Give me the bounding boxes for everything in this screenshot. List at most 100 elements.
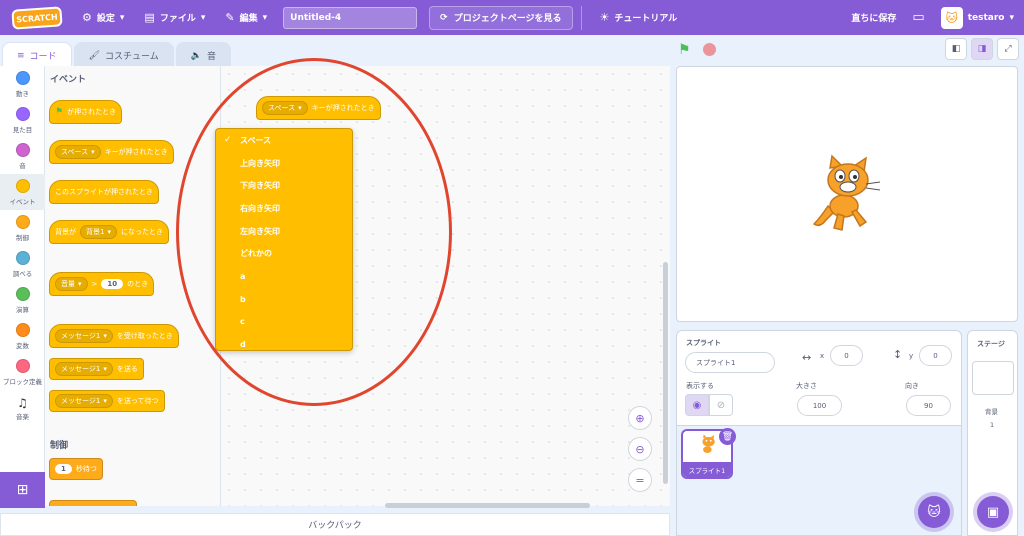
zoom-out-button[interactable]: ⊖ — [628, 437, 652, 461]
dropdown-option[interactable]: 右向き矢印 — [216, 197, 352, 220]
control-heading: 制御 — [50, 441, 69, 451]
block-text: が押されたとき — [67, 108, 117, 116]
stage-thumbnail[interactable] — [972, 361, 1014, 395]
scratch-logo[interactable]: SCRATCH — [11, 5, 63, 30]
menu-divider — [580, 5, 582, 30]
project-title-input[interactable]: Untitled-4 — [283, 6, 418, 29]
backdrop-dropdown[interactable]: 背景1 ▾ — [80, 225, 117, 239]
username: testaro — [967, 12, 1005, 23]
category-sensing[interactable]: 調べる — [0, 246, 45, 282]
large-stage-button[interactable]: ◨ — [971, 38, 993, 60]
delete-sprite-button[interactable]: 🗑 — [719, 428, 736, 445]
broadcast-and-wait-block[interactable]: メッセージ1 ▾ を送って待つ — [49, 390, 165, 412]
account-menu[interactable]: 🐱 testaro ▾ — [940, 6, 1014, 29]
loudness-input[interactable]: 10 — [101, 279, 124, 289]
when-flag-clicked-block[interactable]: ⚑ が押されたとき — [49, 100, 123, 124]
broadcast-block[interactable]: メッセージ1 ▾ を送る — [49, 358, 144, 380]
choose-backdrop-button[interactable]: ▣ — [977, 496, 1009, 528]
caret-down-icon: ▾ — [103, 397, 107, 405]
fullscreen-icon: ⤢ — [1004, 44, 1012, 54]
save-now-button[interactable]: 直ちに保存 — [851, 11, 896, 24]
category-label: イベント — [9, 197, 36, 206]
zoom-reset-button[interactable]: = — [628, 468, 652, 492]
tutorials-button[interactable]: ☀ チュートリアル — [590, 0, 688, 35]
dropdown-option[interactable]: 上向き矢印 — [216, 152, 352, 175]
see-project-page-button[interactable]: ⟳ プロジェクトページを見る — [429, 5, 573, 30]
hide-sprite-button[interactable]: ⊘ — [709, 394, 733, 416]
settings-menu[interactable]: ⚙ 設定 ▾ — [72, 0, 134, 35]
direction-input[interactable]: 90 — [906, 395, 951, 416]
category-sound[interactable]: 音 — [0, 138, 45, 174]
add-extension-button[interactable]: ⊞ — [0, 472, 45, 508]
category-looks[interactable]: 見た目 — [0, 102, 45, 138]
my-stuff-folder-icon[interactable]: ▭ — [912, 10, 924, 25]
category-music[interactable]: ♫ 音楽 — [0, 390, 45, 426]
message-dropdown[interactable]: メッセージ1 ▾ — [55, 394, 113, 408]
when-sprite-clicked-block[interactable]: このスプライトが押されたとき — [49, 180, 159, 204]
block-text: 秒待つ — [75, 465, 97, 473]
when-key-pressed-block[interactable]: スペース ▾ キーが押されたとき — [49, 140, 174, 164]
stop-button[interactable] — [703, 43, 716, 56]
category-variables[interactable]: 変数 — [0, 318, 45, 354]
when-backdrop-switches-block[interactable]: 背景が 背景1 ▾ になったとき — [49, 220, 169, 244]
backpack-bar[interactable]: バックパック — [0, 513, 670, 536]
dropdown-option[interactable]: c — [216, 311, 352, 334]
dropdown-option[interactable]: 左向き矢印 — [216, 220, 352, 243]
y-input[interactable]: 0 — [919, 345, 952, 366]
caret-down-icon: ▾ — [91, 148, 95, 156]
script-when-key-pressed-block[interactable]: スペース ▾ キーが押されたとき — [256, 96, 381, 120]
small-stage-button[interactable]: ◧ — [945, 38, 967, 60]
dropdown-value: 音量 — [61, 280, 75, 288]
tab-costumes[interactable]: 🖌 コスチューム — [73, 42, 174, 68]
dropdown-option[interactable]: a — [216, 265, 352, 288]
green-flag-button[interactable]: ⚑ — [678, 42, 691, 58]
category-events[interactable]: イベント — [0, 174, 45, 210]
dropdown-option[interactable]: 下向き矢印 — [216, 174, 352, 197]
zoom-out-icon: ⊖ — [635, 442, 645, 456]
choose-sprite-button[interactable]: 🐱 — [918, 496, 950, 528]
show-sprite-button[interactable]: ◉ — [685, 394, 709, 416]
zoom-in-button[interactable]: ⊕ — [628, 406, 652, 430]
fullscreen-button[interactable]: ⤢ — [997, 38, 1019, 60]
when-receive-message-block[interactable]: メッセージ1 ▾ を受け取ったとき — [49, 324, 179, 348]
message-dropdown[interactable]: メッセージ1 ▾ — [55, 362, 113, 376]
category-operators[interactable]: 演算 — [0, 282, 45, 318]
eye-icon: ◉ — [692, 399, 702, 411]
dropdown-option[interactable]: b — [216, 288, 352, 311]
category-control[interactable]: 制御 — [0, 210, 45, 246]
file-icon: ▤ — [144, 11, 155, 24]
script-key-dropdown[interactable]: スペース ▾ — [262, 101, 308, 115]
caret-down-icon: ▾ — [78, 280, 82, 288]
category-motion[interactable]: 動き — [0, 66, 45, 102]
tab-costumes-label: コスチューム — [105, 52, 159, 62]
message-dropdown[interactable]: メッセージ1 ▾ — [55, 329, 113, 343]
file-menu[interactable]: ▤ ファイル ▾ — [134, 0, 215, 35]
block-text: を送って待つ — [116, 397, 159, 405]
wait-seconds-block[interactable]: 1 秒待つ — [49, 458, 103, 480]
dropdown-option[interactable]: どれかの — [216, 242, 352, 265]
repeat-block[interactable] — [49, 500, 137, 506]
when-loudness-greater-block[interactable]: 音量 ▾ > 10 のとき — [49, 272, 155, 296]
x-input[interactable]: 0 — [830, 345, 863, 366]
sprite-name-input[interactable]: スプライト1 — [685, 352, 775, 373]
caret-down-icon: ▾ — [107, 228, 111, 236]
script-vertical-scrollbar[interactable] — [663, 262, 668, 484]
key-dropdown[interactable]: スペース ▾ — [55, 145, 101, 159]
cat-thumbnail-icon — [702, 434, 715, 454]
wait-input[interactable]: 1 — [55, 464, 72, 474]
edit-menu[interactable]: ✎ 編集 ▾ — [215, 0, 277, 35]
refresh-icon: ⟳ — [440, 12, 448, 23]
tab-code[interactable]: ≡ コード — [2, 42, 72, 68]
caret-down-icon: ▾ — [103, 332, 107, 340]
cat-sprite[interactable] — [810, 154, 882, 234]
size-input[interactable]: 100 — [797, 395, 842, 416]
category-my-blocks[interactable]: ブロック定義 — [0, 354, 45, 390]
loudness-dropdown[interactable]: 音量 ▾ — [55, 277, 88, 291]
category-menu: 動き 見た目 音 イベント 制御 調べる 演算 変数 ブロック定義 ♫ 音楽 — [0, 66, 45, 506]
dropdown-option[interactable]: ✓ スペース — [216, 129, 352, 152]
option-label: 上向き矢印 — [240, 158, 280, 168]
dropdown-option[interactable]: d — [216, 333, 352, 350]
script-horizontal-scrollbar[interactable] — [385, 503, 590, 508]
tab-sounds[interactable]: 🔈 音 — [175, 42, 231, 68]
category-dot — [15, 286, 30, 301]
